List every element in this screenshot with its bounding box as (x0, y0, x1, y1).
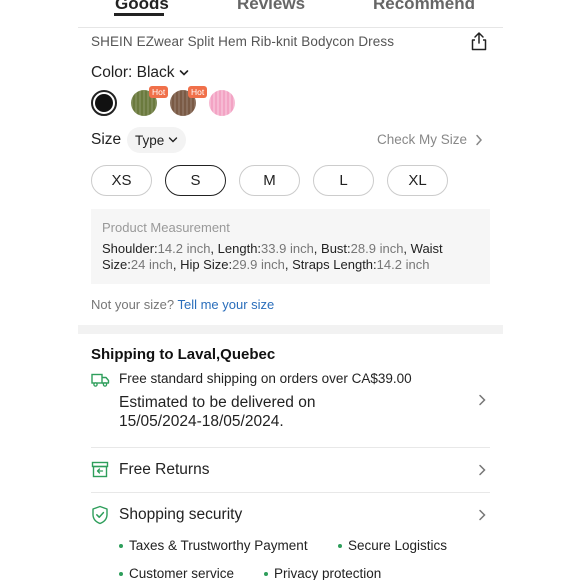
security-item: Taxes & Trustworthy Payment (119, 538, 308, 553)
product-title: SHEIN EZwear Split Hem Rib-knit Bodycon … (91, 34, 395, 49)
delivery-estimate[interactable]: Estimated to be delivered on 15/05/2024-… (119, 393, 315, 431)
security-item: Privacy protection (264, 566, 381, 580)
shoulder-label: Shoulder: (102, 241, 158, 256)
shield-icon (92, 505, 108, 525)
color-selector[interactable]: Color: Black (91, 64, 189, 82)
tell-me-your-size-link[interactable]: Tell me your size (177, 297, 274, 312)
hot-badge: Hot (149, 86, 169, 98)
shoulder-value: 14.2 inch (157, 241, 211, 256)
straps-value: 14.2 inch (376, 257, 430, 272)
tab-recommend[interactable]: Recommend (373, 0, 475, 14)
bullet-dot (119, 543, 123, 548)
measurement-details: Shoulder:14.2 inch, Length:33.9 inch, Bu… (102, 241, 443, 272)
measurement-title: Product Measurement (102, 220, 230, 235)
size-option-m[interactable]: M (239, 165, 300, 196)
size-label: Size (91, 131, 122, 148)
length-value: 33.9 inch (261, 241, 314, 256)
tab-reviews[interactable]: Reviews (237, 0, 305, 14)
size-option-xl[interactable]: XL (387, 165, 448, 196)
chevron-right-icon[interactable] (477, 394, 487, 406)
row-divider (91, 492, 490, 493)
chevron-down-icon (179, 70, 188, 76)
product-measurement-box: Product Measurement Shoulder:14.2 inch, … (91, 209, 490, 284)
security-item: Customer service (119, 566, 234, 580)
hip-value: 29.9 inch (232, 257, 285, 272)
bullet-dot (119, 571, 123, 576)
waist-value: 24 inch (130, 257, 173, 272)
chevron-right-icon (476, 134, 483, 145)
size-option-xs[interactable]: XS (91, 165, 152, 196)
security-item: Secure Logistics (338, 538, 447, 553)
free-returns-label[interactable]: Free Returns (119, 461, 209, 479)
security-item-label: Taxes & Trustworthy Payment (129, 538, 308, 553)
delivery-estimate-line1: Estimated to be delivered on (119, 394, 316, 411)
bust-value: 28.9 inch (350, 241, 404, 256)
color-label: Color: Black (91, 64, 175, 81)
size-option-l[interactable]: L (313, 165, 374, 196)
free-shipping-text: Free standard shipping on orders over CA… (119, 371, 412, 386)
hot-badge: Hot (188, 86, 208, 98)
bullet-dot (338, 543, 342, 548)
not-your-size: Not your size? Tell me your size (91, 297, 274, 312)
straps-label: Straps Length: (292, 257, 377, 272)
shipping-title: Shipping to Laval,Quebec (91, 346, 276, 363)
type-dropdown[interactable]: Type (127, 127, 187, 153)
row-divider (91, 447, 490, 448)
section-divider (78, 325, 503, 334)
type-chip-label: Type (135, 132, 165, 148)
shopping-security-label[interactable]: Shopping security (119, 506, 242, 524)
chevron-right-icon[interactable] (477, 509, 487, 521)
tab-goods[interactable]: Goods (115, 0, 169, 14)
chevron-right-icon[interactable] (477, 464, 487, 476)
security-item-label: Secure Logistics (348, 538, 448, 553)
hip-label: Hip Size: (180, 257, 233, 272)
chevron-down-icon (169, 137, 178, 143)
swatch-black[interactable] (91, 90, 117, 116)
security-item-label: Privacy protection (274, 566, 382, 580)
check-my-size-label: Check My Size (377, 132, 468, 147)
truck-icon (91, 373, 110, 387)
length-label: Length: (217, 241, 262, 256)
swatch-pink[interactable] (209, 90, 235, 116)
check-my-size-link[interactable]: Check My Size (377, 132, 483, 147)
tabs-divider (78, 27, 503, 28)
security-item-label: Customer service (129, 566, 235, 580)
not-your-size-prefix: Not your size? (91, 297, 178, 312)
bust-label: Bust: (321, 241, 351, 256)
returns-icon (91, 461, 109, 478)
tab-goods-underline (114, 13, 164, 16)
share-icon[interactable] (470, 31, 488, 51)
size-option-s[interactable]: S (165, 165, 226, 196)
delivery-estimate-line2: 15/05/2024-18/05/2024. (119, 413, 284, 430)
bullet-dot (264, 571, 268, 576)
